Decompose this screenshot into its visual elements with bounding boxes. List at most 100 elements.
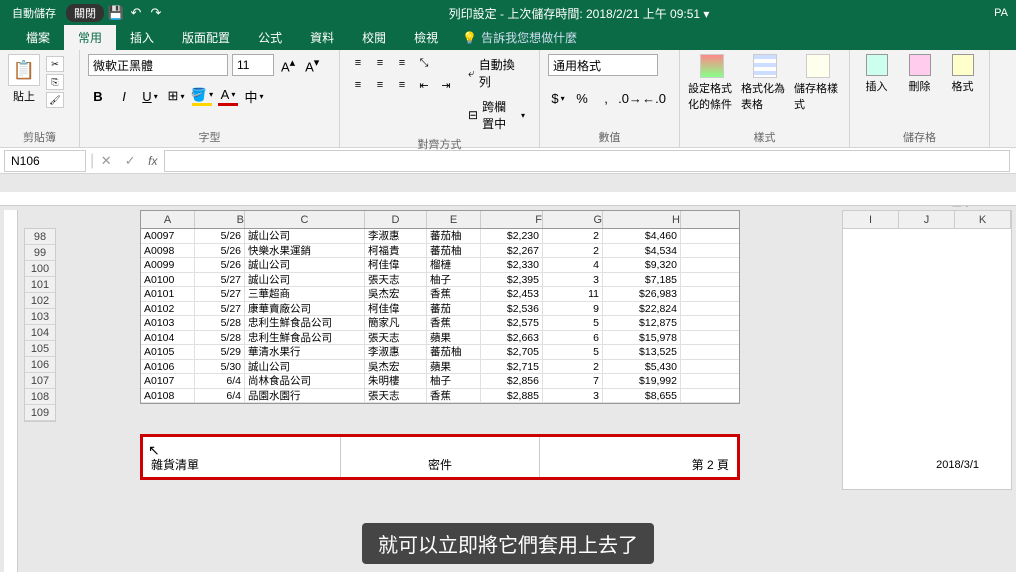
row-header[interactable]: 100 <box>25 261 55 277</box>
cell[interactable]: 5/27 <box>195 273 245 287</box>
cell[interactable]: $2,575 <box>481 316 543 330</box>
cell[interactable]: A0105 <box>141 345 195 359</box>
cell[interactable]: $22,824 <box>603 302 681 316</box>
bold-button[interactable]: B <box>88 86 108 106</box>
cell[interactable]: 朱明樓 <box>365 374 427 388</box>
cell[interactable]: 吳杰宏 <box>365 360 427 374</box>
cell[interactable]: 5/28 <box>195 316 245 330</box>
cell[interactable]: $15,978 <box>603 331 681 345</box>
cell[interactable]: A0100 <box>141 273 195 287</box>
cut-icon[interactable]: ✂ <box>46 56 64 72</box>
italic-button[interactable]: I <box>114 86 134 106</box>
page-footer-box[interactable]: 雜貨清單 密件 第 2 頁 <box>140 434 740 480</box>
cell[interactable]: A0102 <box>141 302 195 316</box>
cell[interactable]: 5/27 <box>195 302 245 316</box>
tab-insert[interactable]: 插入 <box>116 25 168 50</box>
cell[interactable]: 李淑惠 <box>365 345 427 359</box>
table-row[interactable]: A01005/27誠山公司張天志柚子$2,3953$7,185 <box>141 273 739 288</box>
col-header[interactable]: I <box>843 211 899 228</box>
cell[interactable]: 5/30 <box>195 360 245 374</box>
cell[interactable]: 尚林食品公司 <box>245 374 365 388</box>
cell[interactable]: 6 <box>543 331 603 345</box>
cell[interactable]: $2,330 <box>481 258 543 272</box>
row-header[interactable]: 107 <box>25 373 55 389</box>
row-header[interactable]: 101 <box>25 277 55 293</box>
table-row[interactable]: A01025/27康華賣廠公司柯佳偉蕃茄$2,5369$22,824 <box>141 302 739 317</box>
footer-center[interactable]: 密件 <box>428 456 452 473</box>
save-icon[interactable]: 💾 <box>108 5 124 21</box>
cell[interactable]: 5 <box>543 345 603 359</box>
cell[interactable]: $2,885 <box>481 389 543 403</box>
redo-icon[interactable]: ↷ <box>148 5 164 21</box>
col-header[interactable]: G <box>543 211 603 228</box>
tab-review[interactable]: 校閱 <box>348 25 400 50</box>
cancel-formula-icon[interactable]: ✕ <box>94 150 118 172</box>
cell[interactable]: 張天志 <box>365 331 427 345</box>
conditional-format-button[interactable]: 設定格式化的條件 <box>688 54 735 112</box>
autosave-toggle[interactable]: 關閉 <box>66 4 104 22</box>
cell[interactable]: 康華賣廠公司 <box>245 302 365 316</box>
fill-color-button[interactable]: 🪣▾ <box>192 86 212 106</box>
cell[interactable]: 忠利生鮮食品公司 <box>245 331 365 345</box>
wrap-text-button[interactable]: ⤶自動換列 <box>462 54 531 92</box>
font-color-button[interactable]: A▾ <box>218 86 238 106</box>
table-row[interactable]: A00975/26誠山公司李淑惠蕃茄柚$2,2302$4,460 <box>141 229 739 244</box>
cell[interactable]: 誠山公司 <box>245 360 365 374</box>
cell[interactable]: A0099 <box>141 258 195 272</box>
row-header[interactable]: 102 <box>25 293 55 309</box>
insert-cells-button[interactable]: 插入 <box>858 54 895 94</box>
fx-icon[interactable]: fx <box>142 154 163 168</box>
cell[interactable]: $2,267 <box>481 244 543 258</box>
cell[interactable]: A0101 <box>141 287 195 301</box>
increase-decimal-button[interactable]: .0→ <box>620 88 640 108</box>
cell[interactable]: 香蕉 <box>427 389 481 403</box>
cell[interactable]: A0097 <box>141 229 195 243</box>
cell[interactable]: 5/26 <box>195 244 245 258</box>
table-row[interactable]: A01076/4尚林食品公司朱明樓柚子$2,8567$19,992 <box>141 374 739 389</box>
format-painter-icon[interactable]: 🖌 <box>46 92 64 108</box>
cell[interactable]: $2,663 <box>481 331 543 345</box>
table-row[interactable]: A01065/30誠山公司吳杰宏蘋果$2,7152$5,430 <box>141 360 739 375</box>
paste-icon[interactable]: 📋 <box>8 54 40 86</box>
formula-input[interactable] <box>164 150 1011 172</box>
worksheet-grid[interactable]: ABCDEFGH A00975/26誠山公司李淑惠蕃茄柚$2,2302$4,46… <box>140 210 740 404</box>
cell[interactable]: 7 <box>543 374 603 388</box>
col-header[interactable]: D <box>365 211 427 228</box>
cell[interactable]: $2,395 <box>481 273 543 287</box>
phonetic-button[interactable]: 中▾ <box>244 86 264 106</box>
col-header[interactable]: E <box>427 211 481 228</box>
table-row[interactable]: A01035/28忠利生鮮食品公司簡家凡香蕉$2,5755$12,875 <box>141 316 739 331</box>
tell-me[interactable]: 💡告訴我您想做什麼 <box>452 25 587 50</box>
cell[interactable]: $8,655 <box>603 389 681 403</box>
col-header[interactable]: H <box>603 211 681 228</box>
table-row[interactable]: A01045/28忠利生鮮食品公司張天志蘋果$2,6636$15,978 <box>141 331 739 346</box>
tab-data[interactable]: 資料 <box>296 25 348 50</box>
col-header[interactable]: J <box>899 211 955 228</box>
col-header[interactable]: C <box>245 211 365 228</box>
cell[interactable]: A0103 <box>141 316 195 330</box>
cell[interactable]: 三華超商 <box>245 287 365 301</box>
cell[interactable]: 11 <box>543 287 603 301</box>
cell[interactable]: $4,460 <box>603 229 681 243</box>
cell[interactable]: 蕃茄柚 <box>427 229 481 243</box>
tab-view[interactable]: 檢視 <box>400 25 452 50</box>
cell[interactable]: 蘋果 <box>427 360 481 374</box>
col-header[interactable]: K <box>955 211 1011 228</box>
col-header[interactable]: A <box>141 211 195 228</box>
row-headers[interactable]: 9899100101102103104105106107108109 <box>24 228 56 422</box>
cell[interactable]: 2 <box>543 229 603 243</box>
cell[interactable]: 5/26 <box>195 258 245 272</box>
row-header[interactable]: 108 <box>25 389 55 405</box>
col-header[interactable]: B <box>195 211 245 228</box>
cell[interactable]: 張天志 <box>365 389 427 403</box>
percent-button[interactable]: % <box>572 88 592 108</box>
row-header[interactable]: 105 <box>25 341 55 357</box>
cell[interactable]: $13,525 <box>603 345 681 359</box>
align-left-icon[interactable]: ≡ <box>348 76 368 94</box>
cell[interactable]: 香蕉 <box>427 316 481 330</box>
row-header[interactable]: 104 <box>25 325 55 341</box>
cell[interactable]: $2,856 <box>481 374 543 388</box>
row-header[interactable]: 99 <box>25 245 55 261</box>
table-row[interactable]: A00995/26誠山公司柯佳偉榴槤$2,3304$9,320 <box>141 258 739 273</box>
cell[interactable]: $19,992 <box>603 374 681 388</box>
